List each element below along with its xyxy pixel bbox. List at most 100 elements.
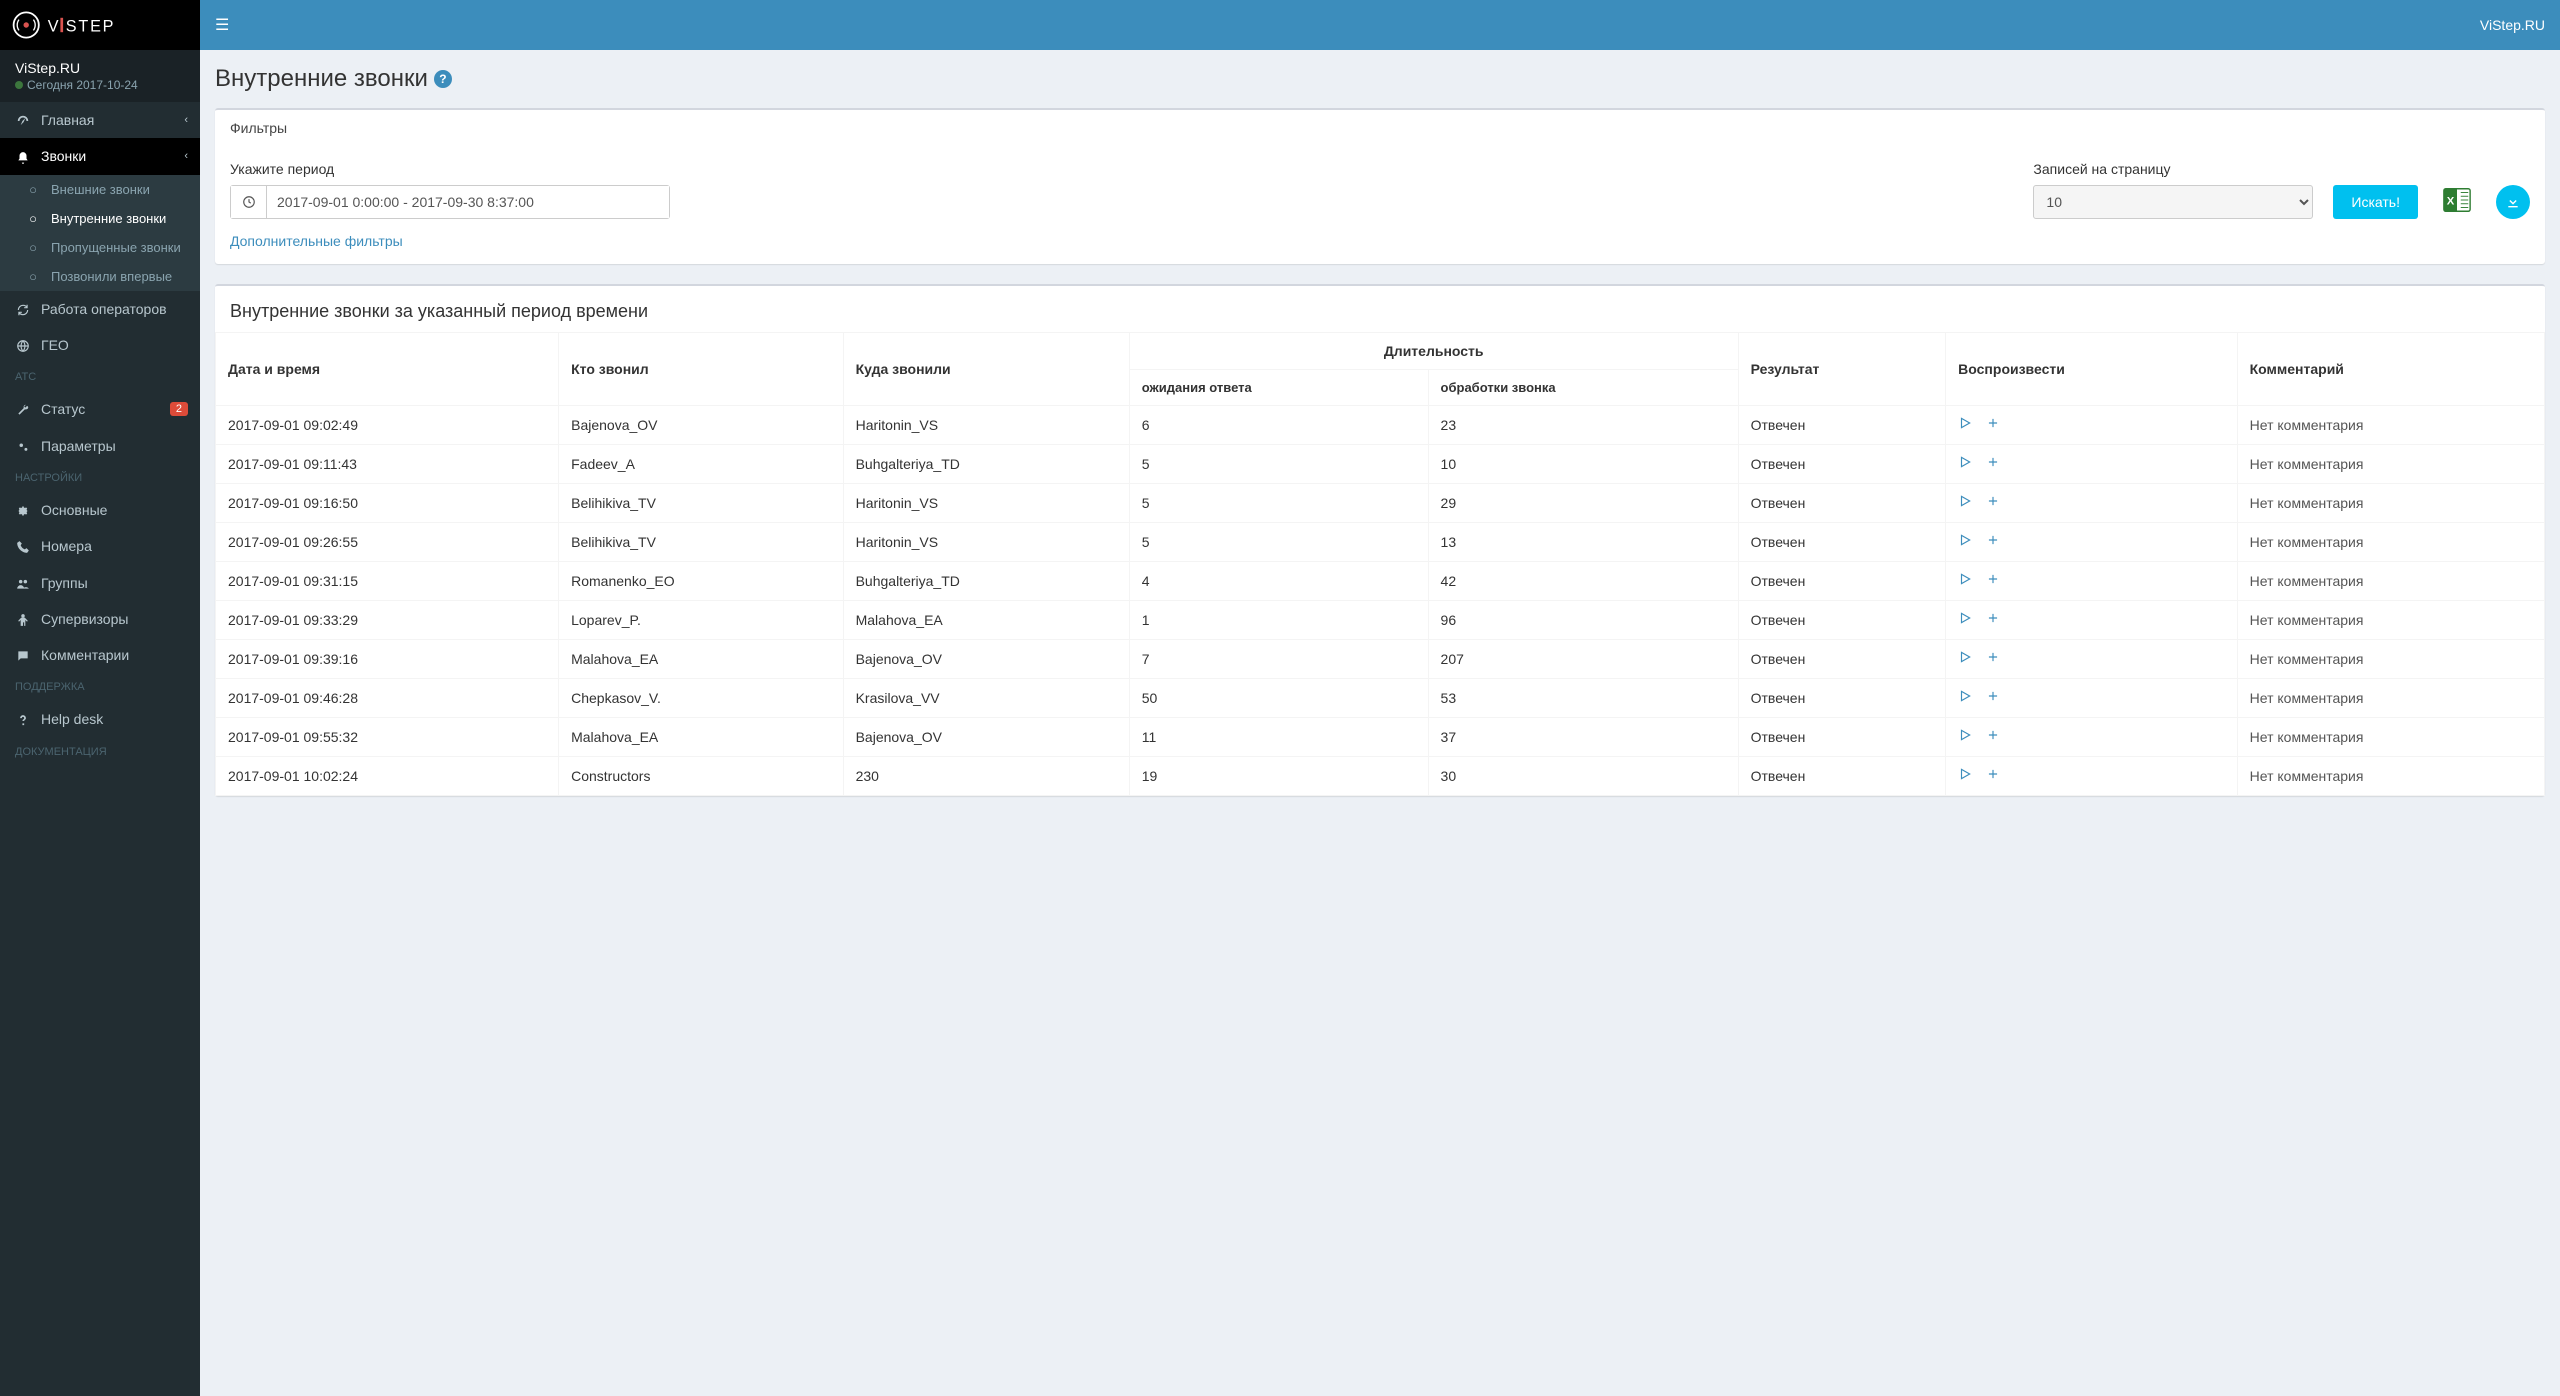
sidebar-item-status[interactable]: Статус 2 [0,391,200,427]
period-label: Укажите период [230,161,670,177]
col-handle[interactable]: обработки звонка [1428,370,1738,406]
add-button[interactable] [1986,611,2000,629]
cell-datetime: 2017-09-01 09:02:49 [216,406,559,445]
sidebar-item-groups[interactable]: Группы [0,564,200,600]
play-button[interactable] [1958,611,1972,629]
col-datetime[interactable]: Дата и время [216,333,559,406]
brand-link[interactable]: ViStep.RU [2480,17,2545,33]
play-icon [1958,650,1972,664]
table-row: 2017-09-01 09:33:29Loparev_P.Malahova_EA… [216,601,2545,640]
sidebar-item-main[interactable]: Главная ‹ [0,102,200,138]
cell-handle: 37 [1428,718,1738,757]
play-button[interactable] [1958,533,1972,551]
sidebar-item-supervisors[interactable]: Супервизоры [0,601,200,637]
sidebar-item-helpdesk[interactable]: Help desk [0,701,200,737]
cell-wait: 5 [1129,523,1428,562]
cell-comment: Нет комментария [2237,562,2544,601]
play-button[interactable] [1958,416,1972,434]
download-button[interactable] [2496,185,2530,219]
cell-comment: Нет комментария [2237,718,2544,757]
sidebar-item-geo[interactable]: ГЕО [0,327,200,363]
add-button[interactable] [1986,767,2000,785]
page-title: Внутренние звонки ? [215,65,2545,93]
calls-submenu: ○Внешние звонки ○Внутренние звонки ○Проп… [0,175,200,291]
play-button[interactable] [1958,728,1972,746]
hamburger-icon[interactable]: ☰ [215,15,229,35]
sidebar-item-numbers[interactable]: Номера [0,528,200,564]
comment-icon [15,647,31,663]
sidebar-item-operators[interactable]: Работа операторов [0,291,200,327]
cell-result: Отвечен [1738,640,1946,679]
col-comment: Комментарий [2237,333,2544,406]
col-wait[interactable]: ожидания ответа [1129,370,1428,406]
filters-header: Фильтры [215,110,2545,146]
sidebar-item-internal[interactable]: ○Внутренние звонки [0,204,200,233]
play-button[interactable] [1958,455,1972,473]
sidebar-item-basic[interactable]: Основные [0,492,200,528]
add-button[interactable] [1986,689,2000,707]
table-row: 2017-09-01 10:02:24Constructors2301930От… [216,757,2545,796]
sidebar-item-external[interactable]: ○Внешние звонки [0,175,200,204]
col-result[interactable]: Результат [1738,333,1946,406]
extra-filters-link[interactable]: Дополнительные фильтры [230,233,2530,249]
clock-icon [231,186,267,218]
col-callee[interactable]: Куда звонили [843,333,1129,406]
sidebar-item-comments[interactable]: Комментарии [0,637,200,673]
add-button[interactable] [1986,572,2000,590]
add-button[interactable] [1986,494,2000,512]
table-row: 2017-09-01 09:11:43Fadeev_ABuhgalteriya_… [216,445,2545,484]
cell-wait: 1 [1129,601,1428,640]
cell-datetime: 2017-09-01 09:31:15 [216,562,559,601]
refresh-icon [15,301,31,317]
sidebar-item-label: Пропущенные звонки [51,240,181,255]
dashboard-icon [15,112,31,128]
sidebar-item-label: Супервизоры [41,611,128,627]
cell-callee: Krasilova_VV [843,679,1129,718]
add-button[interactable] [1986,455,2000,473]
cell-result: Отвечен [1738,718,1946,757]
play-icon [1958,494,1972,508]
play-button[interactable] [1958,572,1972,590]
sidebar-item-label: ГЕО [41,337,69,353]
plus-icon [1986,650,2000,664]
add-button[interactable] [1986,650,2000,668]
add-button[interactable] [1986,416,2000,434]
male-icon [15,611,31,627]
search-button[interactable]: Искать! [2333,185,2418,219]
cell-wait: 7 [1129,640,1428,679]
sidebar-item-label: Параметры [41,438,116,454]
play-button[interactable] [1958,767,1972,785]
period-input[interactable] [267,186,669,218]
play-button[interactable] [1958,650,1972,668]
period-input-group[interactable] [230,185,670,219]
add-button[interactable] [1986,533,2000,551]
help-icon[interactable]: ? [434,70,452,88]
play-button[interactable] [1958,689,1972,707]
per-page-select[interactable]: 10 [2033,185,2313,219]
status-dot-icon [15,81,23,89]
add-button[interactable] [1986,728,2000,746]
results-box: Внутренние звонки за указанный период вр… [215,284,2545,796]
bell-icon [15,148,31,164]
sidebar: V STEP ViStep.RU Сегодня 2017-10-24 Глав… [0,0,200,1396]
plus-icon [1986,455,2000,469]
sidebar-item-firsttime[interactable]: ○Позвонили впервые [0,262,200,291]
cell-handle: 207 [1428,640,1738,679]
topbar: ☰ ViStep.RU [200,0,2560,50]
cell-handle: 10 [1428,445,1738,484]
sidebar-item-label: Главная [41,112,94,128]
logo[interactable]: V STEP [0,0,200,50]
table-row: 2017-09-01 09:55:32Malahova_EABajenova_O… [216,718,2545,757]
sidebar-item-calls[interactable]: Звонки ‹ ○Внешние звонки ○Внутренние зво… [0,138,200,290]
play-button[interactable] [1958,494,1972,512]
sidebar-item-missed[interactable]: ○Пропущенные звонки [0,233,200,262]
cell-callee: Buhgalteriya_TD [843,445,1129,484]
cell-comment: Нет комментария [2237,406,2544,445]
cell-wait: 6 [1129,406,1428,445]
cell-callee: Bajenova_OV [843,640,1129,679]
col-caller[interactable]: Кто звонил [559,333,843,406]
cell-caller: Loparev_P. [559,601,843,640]
plus-icon [1986,494,2000,508]
export-excel-button[interactable]: X [2438,181,2476,219]
sidebar-item-params[interactable]: Параметры [0,427,200,463]
